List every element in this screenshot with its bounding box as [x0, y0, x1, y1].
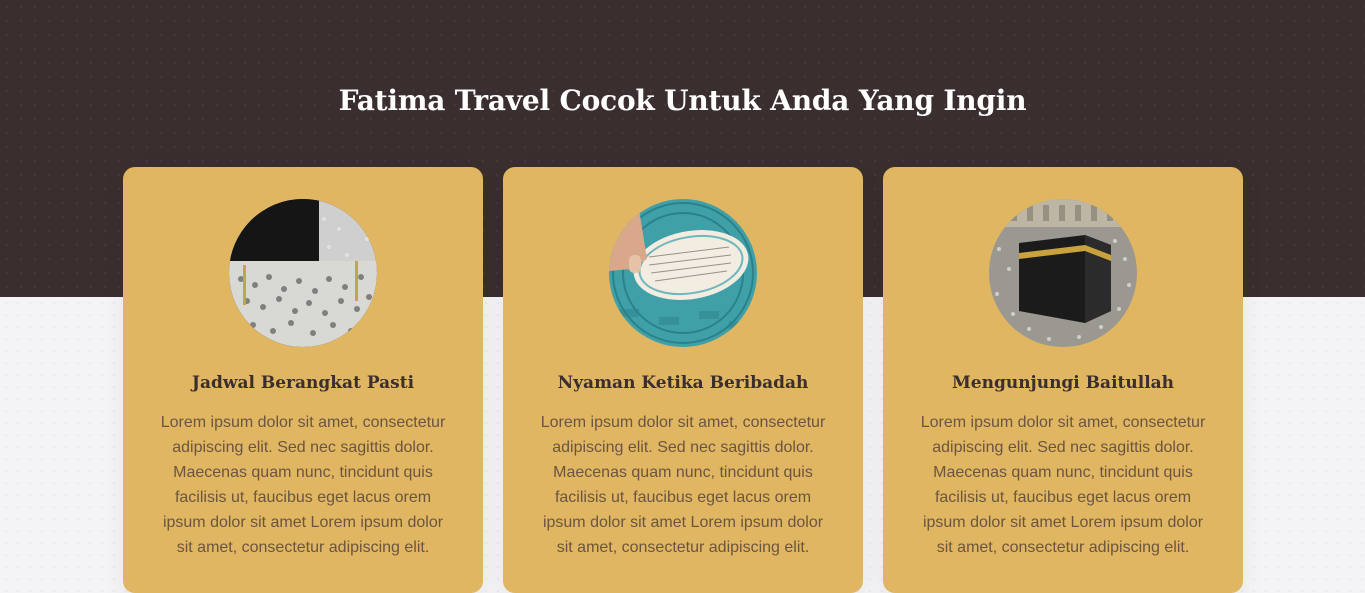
- card-description: Lorem ipsum dolor sit amet, consectetur …: [920, 414, 1206, 556]
- kaaba-crowd-photo: [229, 199, 377, 347]
- feature-card-worship: Nyaman Ketika Beribadah Lorem ipsum dolo…: [503, 167, 863, 593]
- kaaba-photo: [989, 199, 1137, 347]
- quran-reading-photo: [609, 199, 757, 347]
- feature-cards: Jadwal Berangkat Pasti Lorem ipsum dolor…: [123, 167, 1243, 593]
- card-description: Lorem ipsum dolor sit amet, consectetur …: [160, 414, 446, 556]
- card-title: Nyaman Ketika Beribadah: [557, 373, 809, 393]
- card-title: Mengunjungi Baitullah: [951, 373, 1175, 393]
- feature-card-schedule: Jadwal Berangkat Pasti Lorem ipsum dolor…: [123, 167, 483, 593]
- feature-card-baitullah: Mengunjungi Baitullah Lorem ipsum dolor …: [883, 167, 1243, 593]
- card-description: Lorem ipsum dolor sit amet, consectetur …: [540, 414, 826, 556]
- section-heading: Fatima Travel Cocok Untuk Anda Yang Ingi…: [338, 84, 1027, 117]
- card-title: Jadwal Berangkat Pasti: [191, 373, 415, 393]
